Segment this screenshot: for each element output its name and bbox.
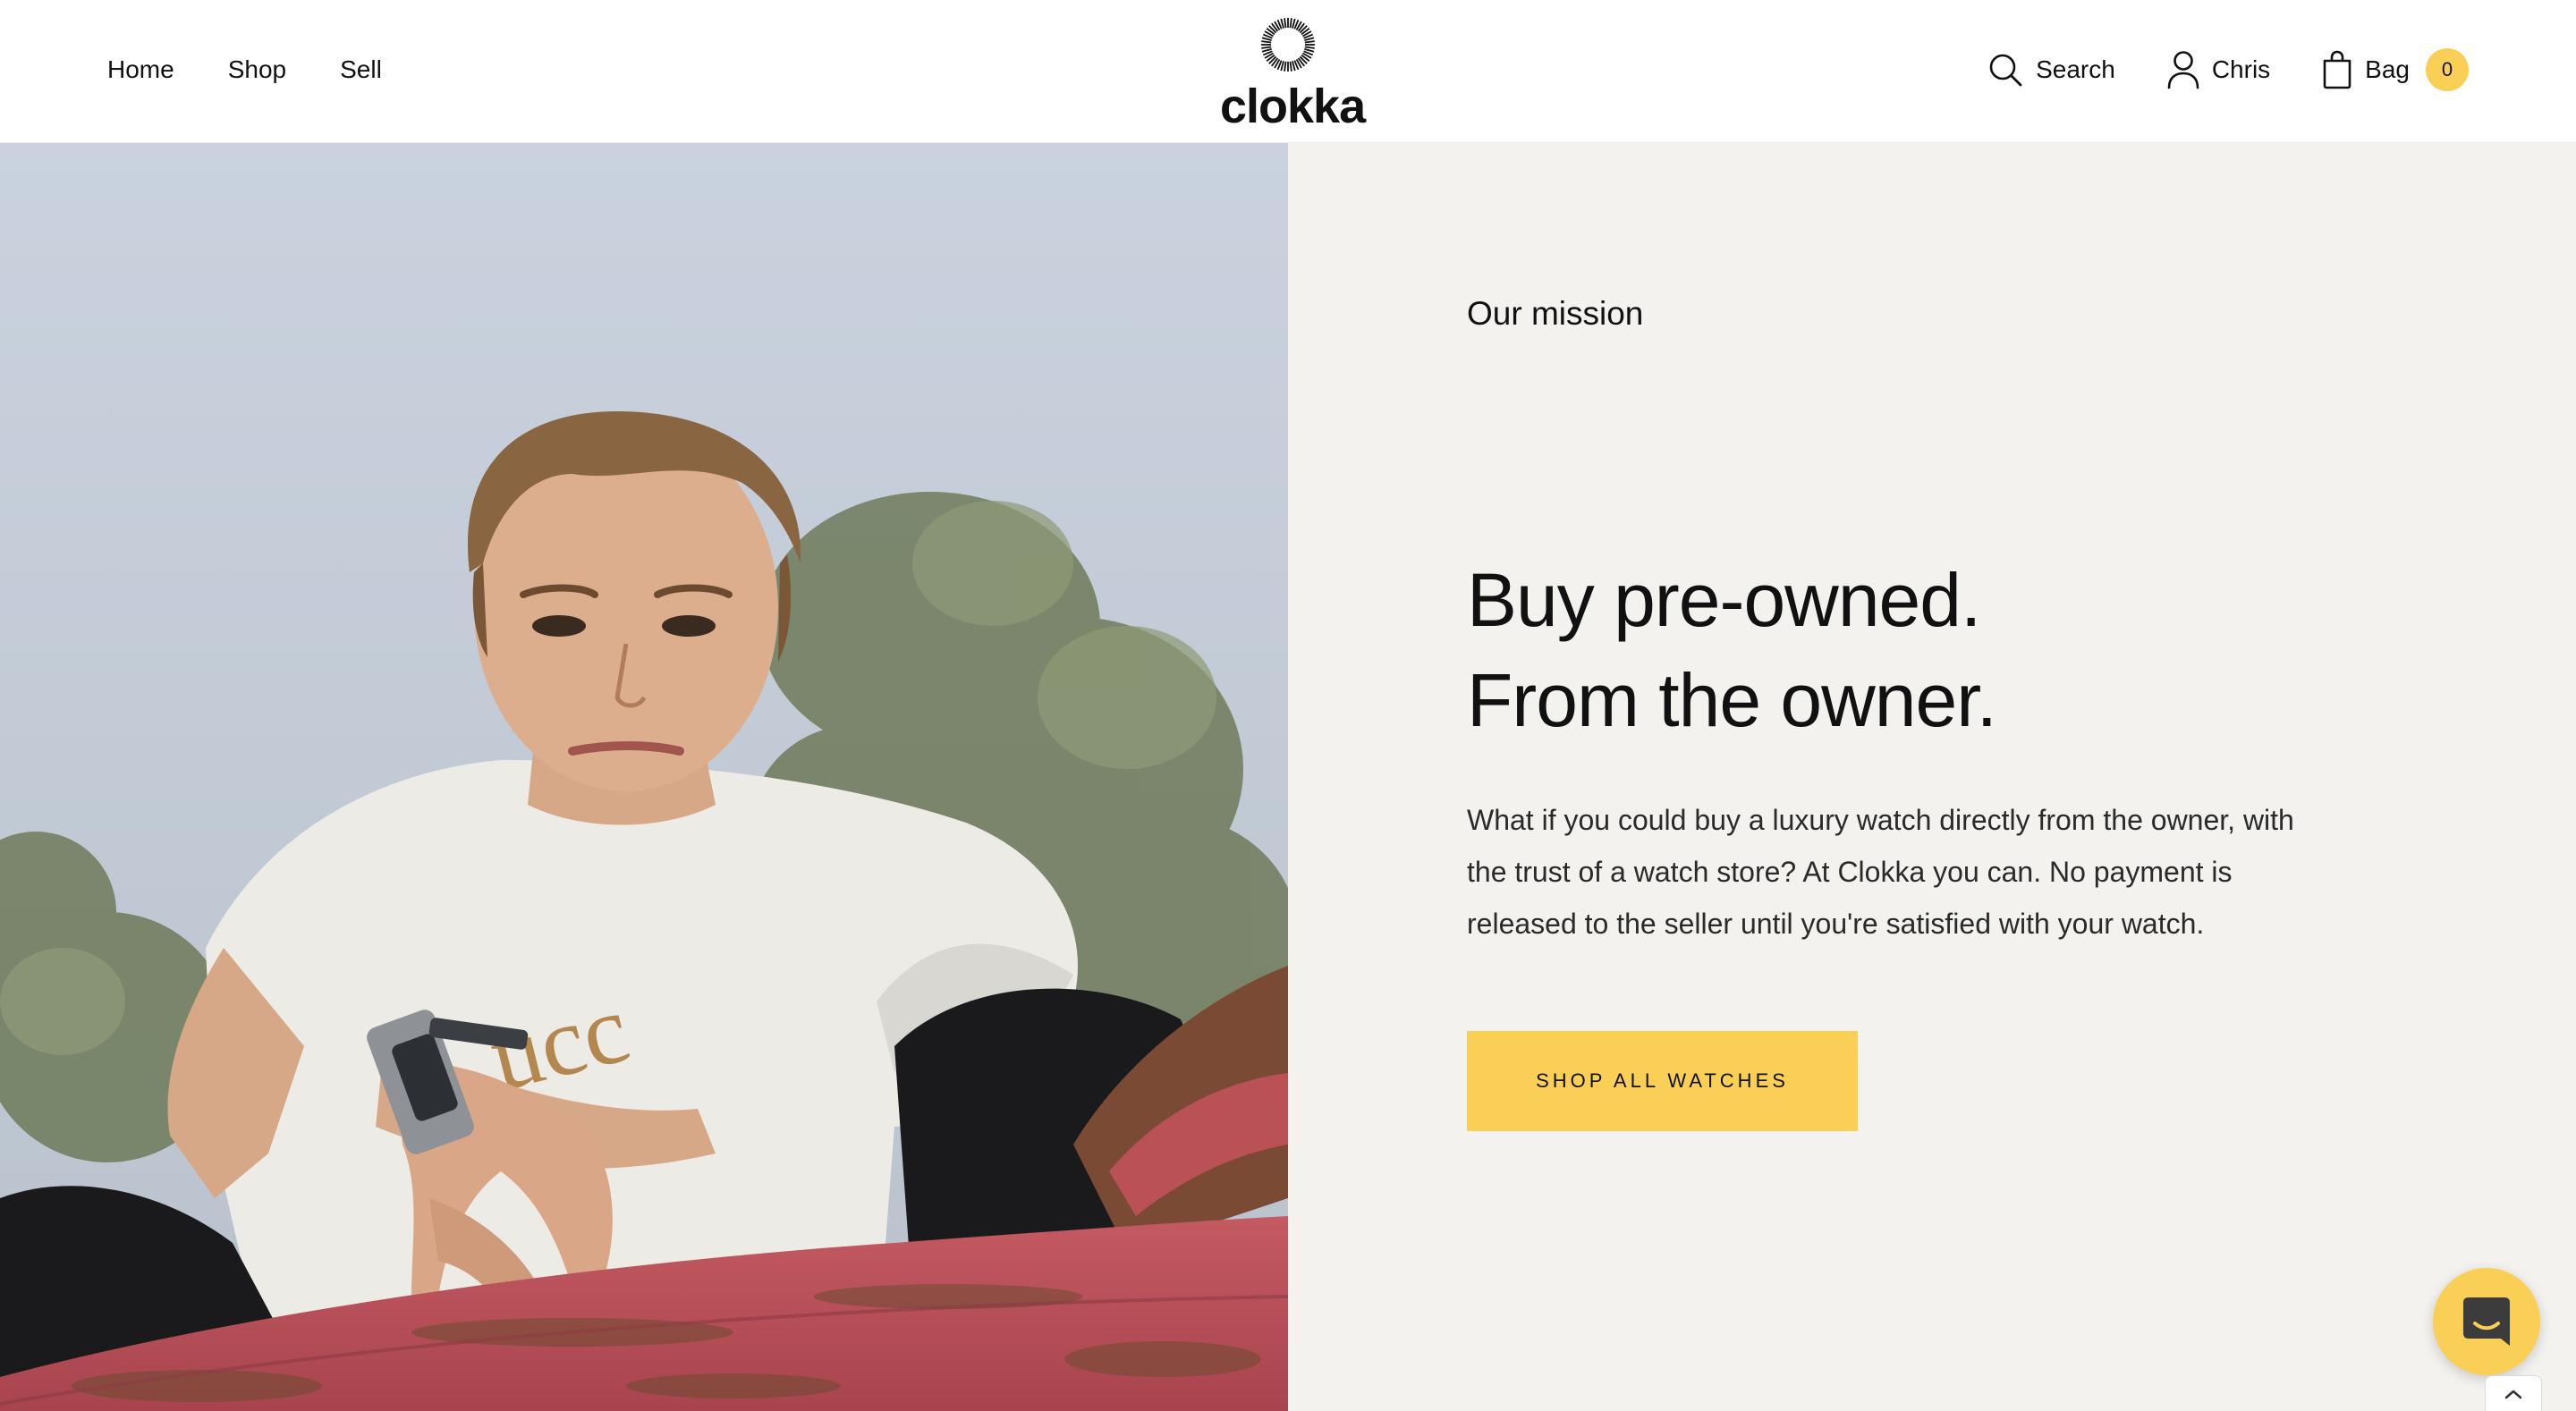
bag-button[interactable]: Bag 0 [2322,48,2469,91]
mission-body: What if you could buy a luxury watch dir… [1467,804,2294,940]
logo-link[interactable]: clokka [1220,16,1366,133]
bag-label: Bag [2365,55,2410,83]
primary-nav: Home Shop Sell [107,52,382,88]
account-button[interactable]: Chris [2167,50,2270,89]
sunburst-logo-icon [1261,18,1315,72]
chat-launcher-button[interactable] [2433,1268,2540,1375]
headline-line-2: From the owner. [1467,658,1997,742]
search-label: Search [2036,55,2115,83]
search-button[interactable]: Search [1987,52,2115,88]
scroll-to-top-button[interactable] [2485,1375,2542,1411]
section-eyebrow: Our mission [1467,295,1644,332]
site-header: Home Shop Sell clokka Search Chris Bag 0 [0,0,2576,143]
mission-headline: Buy pre-owned. From the owner. [1467,550,2361,750]
hero-photo: ucc [0,143,1288,1411]
logo-wordmark: clokka [1220,80,1366,133]
shop-all-watches-button[interactable]: SHOP ALL WATCHES [1467,1031,1858,1131]
hero-photo-illustration: ucc [0,143,1288,1411]
shopping-bag-icon [2323,50,2351,89]
nav-shop[interactable]: Shop [228,52,286,88]
search-icon [1989,54,2022,87]
bag-count-badge: 0 [2426,48,2469,91]
headline-line-1: Buy pre-owned. [1467,558,1981,642]
utility-nav: Search Chris Bag 0 [1987,45,2469,95]
user-icon [2167,51,2199,89]
mission-section: Our mission Buy pre-owned. From the owne… [1288,143,2576,1411]
nav-home[interactable]: Home [107,52,174,88]
chat-icon [2463,1297,2510,1346]
nav-sell[interactable]: Sell [340,52,382,88]
chevron-up-icon [2504,1390,2522,1398]
account-label: Chris [2211,55,2271,83]
